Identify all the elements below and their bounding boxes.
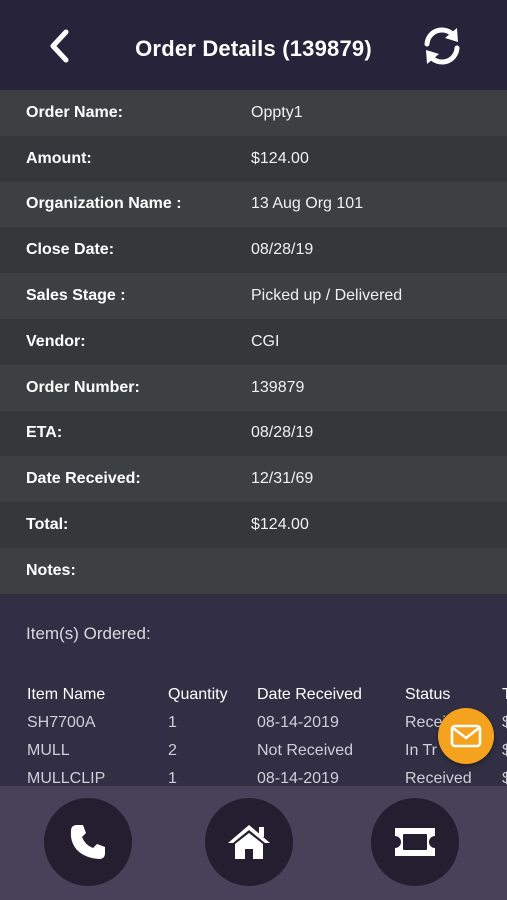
detail-value: $124.00 (251, 516, 309, 534)
quantity-cell: 1 (168, 714, 177, 731)
detail-row-vendor: Vendor: CGI (0, 318, 507, 365)
table-row[interactable]: MULL 2 Not Received In Tr $ (27, 737, 507, 765)
detail-row-date-received: Date Received: 12/31/69 (0, 456, 507, 503)
detail-label: Amount: (26, 149, 92, 167)
item-name-cell: SH7700A (27, 714, 96, 731)
mail-icon (450, 724, 482, 748)
total-cell: $ (502, 742, 507, 759)
refresh-icon (424, 27, 460, 65)
quantity-cell: 2 (168, 742, 177, 759)
email-fab-button[interactable] (438, 708, 494, 764)
detail-value: 08/28/19 (251, 424, 314, 442)
detail-label: ETA: (26, 424, 63, 442)
column-header: Quantity (168, 686, 228, 703)
detail-value: Oppty1 (251, 103, 303, 121)
detail-label: Notes: (26, 561, 76, 579)
home-icon (228, 825, 270, 859)
detail-row-organization-name: Organization Name : 13 Aug Org 101 (0, 181, 507, 228)
header-bar: Order Details (139879) (0, 0, 507, 90)
column-header: Status (405, 686, 451, 703)
column-header: T (502, 686, 507, 703)
column-header: Date Received (257, 686, 362, 703)
home-button[interactable] (205, 798, 293, 886)
detail-value: $124.00 (251, 149, 309, 167)
detail-row-order-number: Order Number: 139879 (0, 364, 507, 411)
total-cell: $ (502, 714, 507, 731)
quantity-cell: 1 (168, 770, 177, 786)
ticket-icon (395, 828, 435, 856)
date-received-cell: 08-14-2019 (257, 714, 339, 731)
detail-label: Organization Name : (26, 195, 182, 213)
date-received-cell: 08-14-2019 (257, 770, 339, 786)
total-cell: $ (502, 770, 507, 786)
detail-value: 139879 (251, 378, 305, 396)
items-table: Item Name Quantity Date Received Status … (27, 681, 507, 786)
call-button[interactable] (44, 798, 132, 886)
table-row[interactable]: MULLCLIP 1 08-14-2019 Received $ (27, 765, 507, 786)
table-header-row: Item Name Quantity Date Received Status … (27, 681, 507, 709)
detail-label: Sales Stage : (26, 287, 126, 305)
detail-value: 12/31/69 (251, 470, 314, 488)
date-received-cell: Not Received (257, 742, 354, 759)
detail-row-close-date: Close Date: 08/28/19 (0, 227, 507, 274)
order-details-list: Order Name: Oppty1 Amount: $124.00 Organ… (0, 90, 507, 594)
detail-row-eta: ETA: 08/28/19 (0, 410, 507, 457)
detail-label: Date Received: (26, 470, 141, 488)
bottom-nav-bar (0, 786, 507, 900)
detail-value: 08/28/19 (251, 241, 314, 259)
detail-label: Vendor: (26, 332, 86, 350)
ticket-button[interactable] (371, 798, 459, 886)
items-ordered-section[interactable]: Item(s) Ordered: Item Name Quantity Date… (0, 594, 507, 786)
item-name-cell: MULLCLIP (27, 770, 106, 786)
detail-row-total: Total: $124.00 (0, 502, 507, 548)
detail-label: Order Number: (26, 378, 140, 396)
status-cell: Received (405, 770, 472, 786)
detail-label: Total: (26, 516, 69, 534)
detail-value: CGI (251, 332, 280, 350)
detail-value: 13 Aug Org 101 (251, 195, 364, 213)
detail-row-order-name: Order Name: Oppty1 (0, 90, 507, 136)
detail-row-sales-stage: Sales Stage : Picked up / Delivered (0, 273, 507, 319)
detail-label: Close Date: (26, 241, 115, 259)
refresh-button[interactable] (416, 22, 468, 70)
table-row[interactable]: SH7700A 1 08-14-2019 Recei $ (27, 709, 507, 737)
detail-row-amount: Amount: $124.00 (0, 135, 507, 182)
items-section-title: Item(s) Ordered: (26, 624, 151, 643)
item-name-cell: MULL (27, 742, 70, 759)
detail-row-notes: Notes: (0, 547, 507, 594)
phone-icon (70, 825, 105, 859)
column-header: Item Name (27, 686, 106, 703)
detail-label: Order Name: (26, 103, 123, 121)
detail-value: Picked up / Delivered (251, 287, 403, 305)
